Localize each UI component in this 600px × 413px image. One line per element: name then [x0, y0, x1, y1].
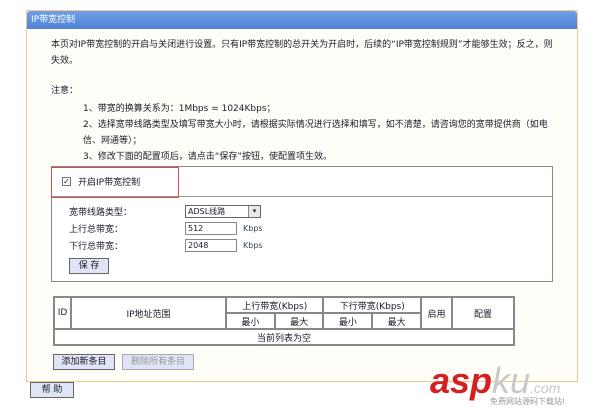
upload-unit: Kbps [243, 224, 263, 233]
col-up-min: 最小 [225, 312, 276, 330]
watermark-brand2: ku [492, 360, 531, 401]
panel-title: IP带宽控制 [27, 11, 577, 29]
col-upload: 上行带宽(Kbps) [224, 296, 325, 314]
col-up-max: 最大 [273, 312, 325, 330]
intro-text: 本页对IP带宽控制的开启与关闭进行设置。只有IP带宽控制的总开关为开启时，后续的… [51, 40, 553, 66]
rules-table: ID IP地址范围 上行带宽(Kbps) 下行带宽(Kbps) 启用 配置 最小… [53, 296, 515, 346]
download-unit: Kbps [243, 241, 263, 250]
note-2: 2、选择宽带线路类型及填写带宽大小时，请根据实际情况进行选择和填写，如不清楚，请… [83, 120, 548, 146]
help-button[interactable]: 帮 助 [30, 382, 74, 398]
chevron-down-icon: ▾ [248, 206, 260, 217]
download-label: 下行总带宽： [69, 242, 124, 252]
line-type-select[interactable]: ADSL线路 ▾ [185, 205, 261, 218]
col-down-min: 最小 [322, 312, 374, 330]
upload-label: 上行总带宽： [69, 225, 124, 235]
add-entry-button[interactable]: 添加新条目 [53, 354, 115, 370]
save-button[interactable]: 保 存 [69, 258, 109, 274]
highlight-box [51, 167, 179, 198]
empty-row: 当前列表为空 [53, 328, 515, 346]
ip-bandwidth-panel: IP带宽控制 本页对IP带宽控制的开启与关闭进行设置。只有IP带宽控制的总开关为… [26, 10, 578, 382]
line-type-label: 宽带线路类型： [69, 208, 133, 218]
col-config: 配置 [451, 296, 515, 330]
notes-label: 注意： [51, 86, 79, 96]
download-input[interactable]: 2048 [185, 239, 237, 252]
watermark-brand: asp [430, 360, 493, 401]
upload-input[interactable]: 512 [185, 222, 237, 235]
watermark-tagline: 免费网站源码下载站! [490, 397, 566, 406]
col-ip-range: IP地址范围 [70, 296, 227, 330]
note-3: 3、修改下面的配置项后，请点击“保存”按钮，使配置项生效。 [83, 152, 333, 162]
note-1: 1、带宽的换算关系为：1Mbps = 1024Kbps； [83, 104, 276, 114]
col-id: ID [53, 296, 72, 330]
watermark-suffix: .com [530, 380, 561, 396]
line-type-value: ADSL线路 [188, 207, 226, 216]
col-enable: 启用 [420, 296, 453, 330]
col-download: 下行带宽(Kbps) [322, 296, 422, 314]
col-down-max: 最大 [371, 312, 422, 330]
delete-all-button[interactable]: 删除所有条目 [122, 354, 194, 370]
